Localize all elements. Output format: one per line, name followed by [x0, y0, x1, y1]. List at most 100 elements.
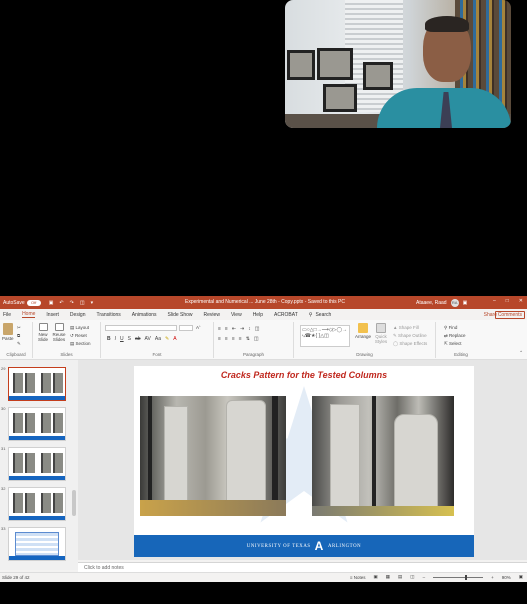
find-button[interactable]: ⚲ Find	[444, 325, 457, 331]
format-painter-icon[interactable]: ✎	[17, 341, 21, 347]
avatar[interactable]: RA	[450, 299, 459, 307]
smartart-icon[interactable]: ◫	[254, 336, 259, 342]
tab-help[interactable]: Help	[253, 312, 263, 318]
slide-sorter-icon[interactable]: ▦	[386, 574, 390, 580]
shape-outline-button[interactable]: ✎ Shape Outline	[393, 333, 427, 339]
replace-button[interactable]: ⇄ Replace	[444, 333, 466, 339]
tab-insert[interactable]: Insert	[46, 312, 59, 318]
change-case-icon[interactable]: Aa	[155, 336, 161, 342]
layout-button[interactable]: ▤ Layout	[70, 325, 89, 331]
align-center-icon[interactable]: ≡	[225, 336, 228, 342]
font-size-select[interactable]	[179, 325, 193, 331]
reset-label: Reset	[75, 333, 87, 338]
tab-home[interactable]: Home	[22, 311, 36, 318]
collapse-ribbon-icon[interactable]: ⌃	[519, 350, 523, 356]
tab-view[interactable]: View	[231, 312, 242, 318]
test-frame-leg	[272, 396, 278, 516]
justify-icon[interactable]: ≡	[239, 336, 242, 342]
spacing-icon[interactable]: AV	[145, 336, 151, 342]
section-button[interactable]: ▤ Section	[70, 341, 91, 347]
bold-icon[interactable]: B	[107, 336, 111, 342]
autosave-toggle[interactable]: Off	[26, 299, 41, 306]
zoom-in-icon[interactable]: +	[491, 575, 494, 580]
thumbnails-scrollbar[interactable]	[72, 490, 76, 516]
arrange-button[interactable]: Arrange	[355, 323, 371, 339]
increase-indent-icon[interactable]: ⇥	[240, 326, 244, 332]
shape-fill-icon: ▲	[393, 325, 398, 330]
highlight-icon[interactable]: ✎	[165, 336, 169, 342]
tab-file[interactable]: File	[3, 312, 11, 318]
reuse-slides-button[interactable]: Reuse Slides	[52, 323, 66, 342]
italic-icon[interactable]: I	[115, 336, 116, 342]
present-icon[interactable]: ◫	[80, 300, 85, 306]
underline-icon[interactable]: U	[120, 336, 124, 342]
shape-effects-button[interactable]: ◯ Shape Effects	[393, 341, 427, 347]
slides-group-label: Slides	[60, 352, 73, 357]
shadow-icon[interactable]: S	[128, 336, 131, 342]
customize-icon[interactable]: ▾	[91, 300, 94, 306]
column-photo-right[interactable]	[312, 396, 454, 516]
paste-label: Paste	[2, 336, 14, 341]
minimize-icon[interactable]: –	[493, 298, 496, 304]
tab-acrobat[interactable]: ACROBAT	[274, 312, 298, 318]
shapes-gallery[interactable]: ▭○△□→⟶◇▷◯→⤷☎★{ }△◫	[300, 325, 350, 347]
select-button[interactable]: ⇱ Select	[444, 341, 462, 347]
tab-review[interactable]: Review	[204, 312, 220, 318]
shape-outline-icon: ✎	[393, 333, 397, 338]
line-spacing-icon[interactable]: ↕	[248, 326, 251, 332]
tab-slide-show[interactable]: Slide Show	[168, 312, 193, 318]
bullets-icon[interactable]: ≡	[218, 326, 221, 332]
font-color-icon[interactable]: A	[173, 336, 176, 342]
decrease-indent-icon[interactable]: ⇤	[232, 326, 236, 332]
font-name-select[interactable]	[105, 325, 177, 331]
align-right-icon[interactable]: ≡	[232, 336, 235, 342]
slide-canvas[interactable]: Cracks Pattern for the Tested Columns UN…	[134, 366, 474, 557]
slide-title[interactable]: Cracks Pattern for the Tested Columns	[134, 370, 474, 380]
thumbnail-slide[interactable]: 33	[1, 526, 70, 564]
increase-font-icon[interactable]: Aˆ	[196, 325, 201, 330]
thumbnail-slide[interactable]: 32	[1, 486, 70, 524]
shape-fill-button[interactable]: ▲ Shape Fill	[393, 325, 419, 330]
wall-frame	[317, 48, 353, 80]
normal-view-icon[interactable]: ▣	[374, 574, 378, 580]
slideshow-icon[interactable]: ◫	[410, 574, 414, 580]
quick-styles-button[interactable]: Quick Styles	[374, 323, 388, 344]
strikethrough-icon[interactable]: ab	[135, 336, 141, 342]
notes-pane[interactable]: Click to add notes	[78, 562, 527, 572]
thumbnail-slide[interactable]: 31	[1, 446, 70, 484]
cut-icon[interactable]: ✂	[17, 325, 21, 331]
thumbnail-image	[8, 407, 66, 441]
zoom-level[interactable]: 90%	[502, 575, 511, 580]
new-slide-button[interactable]: New Slide	[36, 323, 50, 342]
save-icon[interactable]: ▣	[49, 300, 54, 306]
tab-animations[interactable]: Animations	[132, 312, 157, 318]
tab-design[interactable]: Design	[70, 312, 86, 318]
paste-icon	[2, 323, 13, 335]
close-icon[interactable]: ✕	[519, 298, 523, 304]
undo-icon[interactable]: ↶	[59, 300, 63, 306]
ribbon-display-icon[interactable]: ▣	[463, 300, 468, 306]
reading-view-icon[interactable]: ▤	[398, 574, 402, 580]
numbering-icon[interactable]: ≡	[225, 326, 228, 332]
text-direction-icon[interactable]: ⇅	[246, 336, 250, 342]
reset-button[interactable]: ↺ Reset	[70, 333, 87, 339]
align-left-icon[interactable]: ≡	[218, 336, 221, 342]
maximize-icon[interactable]: □	[506, 298, 509, 304]
comments-button[interactable]: Comments	[494, 311, 525, 319]
tab-transitions[interactable]: Transitions	[97, 312, 121, 318]
thumbnail-slide[interactable]: 30	[1, 406, 70, 444]
autosave[interactable]: AutoSave Off	[3, 299, 41, 306]
user-account[interactable]: Ataaee, Raad RA ▣	[416, 299, 467, 307]
redo-icon[interactable]: ↷	[70, 300, 74, 306]
fit-slide-icon[interactable]: ▣	[519, 574, 523, 580]
zoom-slider[interactable]	[433, 574, 484, 580]
thumbnail-slide[interactable]: 29	[1, 366, 70, 404]
paste-button[interactable]: Paste	[2, 323, 14, 341]
search-box[interactable]: ⚲ Search	[309, 312, 332, 318]
zoom-out-icon[interactable]: –	[423, 575, 426, 580]
reset-icon: ↺	[70, 333, 74, 338]
copy-icon[interactable]: ⧉	[17, 333, 20, 338]
notes-toggle[interactable]: ≡ Notes	[350, 575, 366, 580]
columns-icon[interactable]: ◫	[255, 326, 260, 332]
column-photo-left[interactable]	[140, 396, 286, 516]
